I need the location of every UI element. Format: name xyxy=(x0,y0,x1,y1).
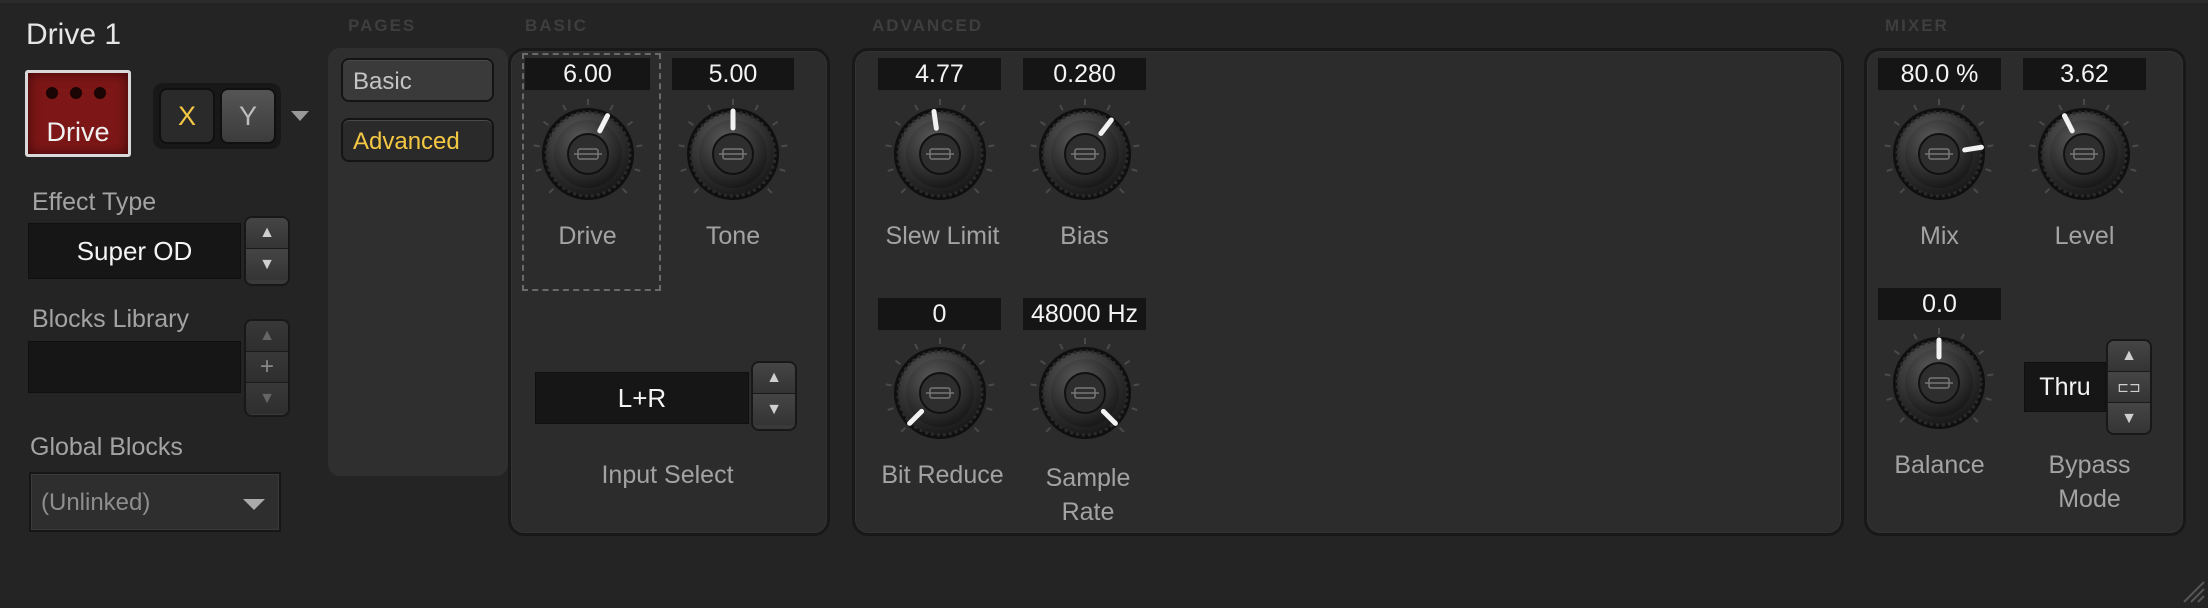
level-value[interactable]: 3.62 xyxy=(2023,58,2146,90)
x-button[interactable]: X xyxy=(159,88,215,144)
page-tab-basic[interactable]: Basic xyxy=(341,58,494,102)
sample-rate-label: Sample Rate xyxy=(1023,461,1153,529)
global-blocks-value: (Unlinked) xyxy=(41,489,151,516)
input-select-label: Input Select xyxy=(601,461,734,489)
knob-graphic xyxy=(1884,99,1994,200)
blocks-library-stepper[interactable]: ▲ + ▼ xyxy=(244,319,290,417)
blocks-library-label: Blocks Library xyxy=(32,305,189,333)
up-arrow-icon[interactable]: ▲ xyxy=(246,218,288,249)
bypass-mode-field[interactable]: Thru xyxy=(2024,362,2106,412)
basic-header: BASIC xyxy=(525,16,588,35)
global-blocks-select[interactable]: (Unlinked) xyxy=(29,472,281,532)
xy-dropdown-chevron-icon[interactable] xyxy=(291,111,309,121)
resize-grip-icon[interactable] xyxy=(2180,578,2206,604)
drive-value[interactable]: 6.00 xyxy=(525,58,650,90)
mix-value[interactable]: 80.0 % xyxy=(1878,58,2001,90)
down-arrow-icon[interactable]: ▼ xyxy=(2108,403,2150,433)
input-select-field[interactable]: L+R xyxy=(535,372,749,424)
mixer-header: MIXER xyxy=(1885,16,1949,35)
knob-graphic xyxy=(678,99,788,200)
slew-limit-knob[interactable] xyxy=(880,94,1000,214)
bias-value[interactable]: 0.280 xyxy=(1023,58,1146,90)
knob-graphic xyxy=(1030,338,1140,439)
up-arrow-icon[interactable]: ▲ xyxy=(246,321,288,352)
up-arrow-icon[interactable]: ▲ xyxy=(753,363,795,394)
block-icon-button[interactable]: Drive xyxy=(25,70,131,157)
knob-graphic xyxy=(2029,99,2139,200)
knob-indicator xyxy=(931,108,939,131)
plus-icon[interactable]: + xyxy=(246,352,288,383)
effect-type-field[interactable]: Super OD xyxy=(28,223,241,279)
block-title: Drive 1 xyxy=(26,18,122,51)
link-icon[interactable]: ⊏⊐ xyxy=(2108,372,2150,403)
balance-value[interactable]: 0.0 xyxy=(1878,288,2001,320)
block-icon-label: Drive xyxy=(46,117,110,147)
y-button[interactable]: Y xyxy=(220,88,276,144)
tone-value[interactable]: 5.00 xyxy=(672,58,794,90)
bypass-mode-label-2: Mode xyxy=(2058,485,2121,513)
balance-label: Balance xyxy=(1894,451,1985,479)
knob-graphic xyxy=(885,338,995,439)
sample-rate-value[interactable]: 48000 Hz xyxy=(1023,298,1146,330)
blocks-library-field[interactable] xyxy=(28,341,241,393)
knob-graphic xyxy=(885,99,995,200)
pedal-knobs-icon xyxy=(46,87,110,99)
tone-label: Tone xyxy=(705,222,761,250)
down-arrow-icon[interactable]: ▼ xyxy=(753,394,795,425)
bypass-mode-label-1: Bypass xyxy=(2048,451,2131,479)
drive-label: Drive xyxy=(558,222,617,250)
up-arrow-icon[interactable]: ▲ xyxy=(2108,341,2150,372)
slew-limit-label: Slew Limit xyxy=(885,222,1000,250)
sample-rate-label-text: Sample Rate xyxy=(1045,464,1131,526)
bit-reduce-knob[interactable] xyxy=(880,333,1000,453)
bit-reduce-value[interactable]: 0 xyxy=(878,298,1001,330)
mix-knob[interactable] xyxy=(1879,94,1999,214)
bit-reduce-label: Bit Reduce xyxy=(881,461,1004,489)
tone-knob[interactable] xyxy=(673,94,793,214)
chevron-down-icon xyxy=(243,499,265,510)
pages-panel xyxy=(328,48,508,476)
bias-knob[interactable] xyxy=(1025,94,1145,214)
knob-graphic xyxy=(533,99,643,200)
effect-type-stepper[interactable]: ▲ ▼ xyxy=(244,216,290,286)
advanced-header: ADVANCED xyxy=(872,16,984,35)
level-label: Level xyxy=(2054,222,2115,250)
bypass-mode-stepper[interactable]: ▲ ⊏⊐ ▼ xyxy=(2106,339,2152,435)
knob-indicator xyxy=(1962,144,1984,153)
effect-type-label: Effect Type xyxy=(32,188,157,216)
mix-label: Mix xyxy=(1920,222,1959,250)
balance-knob[interactable] xyxy=(1879,323,1999,443)
page-tab-advanced[interactable]: Advanced xyxy=(341,118,494,162)
sample-rate-knob[interactable] xyxy=(1025,333,1145,453)
down-arrow-icon[interactable]: ▼ xyxy=(246,249,288,280)
slew-limit-value[interactable]: 4.77 xyxy=(878,58,1001,90)
down-arrow-icon[interactable]: ▼ xyxy=(246,383,288,414)
drive-knob[interactable] xyxy=(528,94,648,214)
bias-label: Bias xyxy=(1060,222,1109,250)
input-select-stepper[interactable]: ▲ ▼ xyxy=(751,361,797,431)
pages-header: PAGES xyxy=(348,16,417,35)
level-knob[interactable] xyxy=(2024,94,2144,214)
global-blocks-label: Global Blocks xyxy=(30,433,183,461)
knob-graphic xyxy=(1884,328,1994,429)
knob-graphic xyxy=(1030,99,1140,200)
